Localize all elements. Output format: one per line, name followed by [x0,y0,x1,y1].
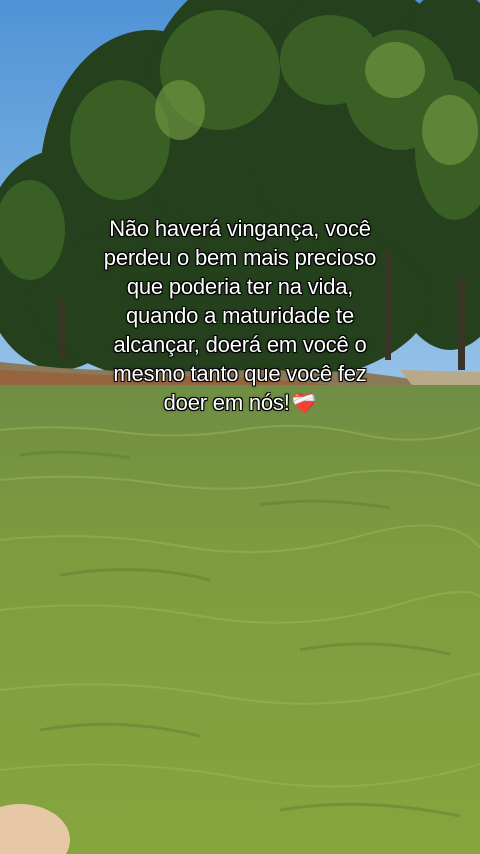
caption-line: doer em nós! [163,390,290,415]
caption-line: que poderia ter na vida, [126,274,354,299]
caption-line: Não haverá vingança, você [109,216,371,241]
overlay-caption: Não haverá vingança, você perdeu o bem m… [40,214,440,419]
caption-line: perdeu o bem mais precioso [103,245,377,270]
lake-park-background [0,0,480,854]
video-frame: Não haverá vingança, você perdeu o bem m… [0,0,480,854]
caption-line: alcançar, doerá em você o [113,332,367,357]
mending-heart-icon: ❤️‍🩹 [291,393,317,415]
caption-line: quando a maturidade te [126,303,354,328]
caption-line: mesmo tanto que você fez [113,361,367,386]
caption-last-line: doer em nós! ❤️‍🩹 [40,388,440,419]
